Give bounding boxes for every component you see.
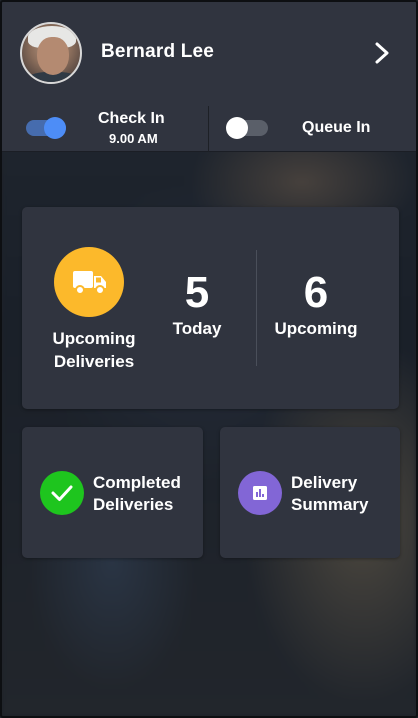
truck-icon-badge	[54, 247, 124, 317]
avatar	[20, 22, 82, 84]
title-line-2: Deliveries	[53, 352, 135, 371]
toggle-knob	[44, 117, 66, 139]
label-line-1: Delivery	[291, 473, 358, 492]
stat-divider	[256, 250, 257, 366]
checkmark-glyph	[51, 485, 73, 501]
deliveries-overview-card[interactable]: Upcoming Deliveries 5 Today 6 Upcoming	[22, 207, 399, 409]
queue-in-toggle[interactable]	[226, 117, 268, 139]
upcoming-label: Upcoming	[274, 319, 358, 338]
truck-icon	[73, 271, 106, 295]
chevron-right-icon[interactable]	[370, 40, 394, 66]
user-name: Bernard Lee	[101, 41, 215, 62]
profile-row[interactable]: Bernard Lee	[2, 2, 416, 106]
delivery-summary-label: Delivery Summary	[291, 472, 368, 516]
avatar-face	[37, 37, 69, 75]
check-in-label: Check In	[98, 110, 165, 127]
upcoming-count: 6	[303, 268, 329, 317]
check-in-time: 9.00 AM	[109, 131, 158, 146]
label-line-1: Completed	[93, 473, 181, 492]
profile-header: Bernard Lee Check In 9.00 AM Queue In	[2, 2, 416, 152]
toggle-knob	[226, 117, 248, 139]
check-in-toggle[interactable]	[26, 117, 66, 139]
delivery-summary-button[interactable]: Delivery Summary	[220, 427, 400, 558]
label-line-2: Summary	[291, 495, 369, 514]
app-screen: Bernard Lee Check In 9.00 AM Queue In Up…	[0, 0, 418, 718]
status-row: Check In 9.00 AM Queue In	[2, 106, 416, 152]
checkmark-icon	[40, 471, 84, 515]
completed-deliveries-label: Completed Deliveries	[93, 472, 181, 516]
upcoming-deliveries-title: Upcoming Deliveries	[40, 327, 148, 373]
bar-chart-icon	[238, 471, 282, 515]
today-label: Today	[172, 319, 222, 338]
completed-deliveries-button[interactable]: Completed Deliveries	[22, 427, 203, 558]
status-divider	[208, 106, 209, 152]
title-line-1: Upcoming	[52, 329, 136, 348]
label-line-2: Deliveries	[93, 495, 174, 514]
today-count: 5	[184, 268, 210, 317]
queue-in-label: Queue In	[302, 119, 371, 136]
bar-chart-glyph	[253, 486, 267, 500]
